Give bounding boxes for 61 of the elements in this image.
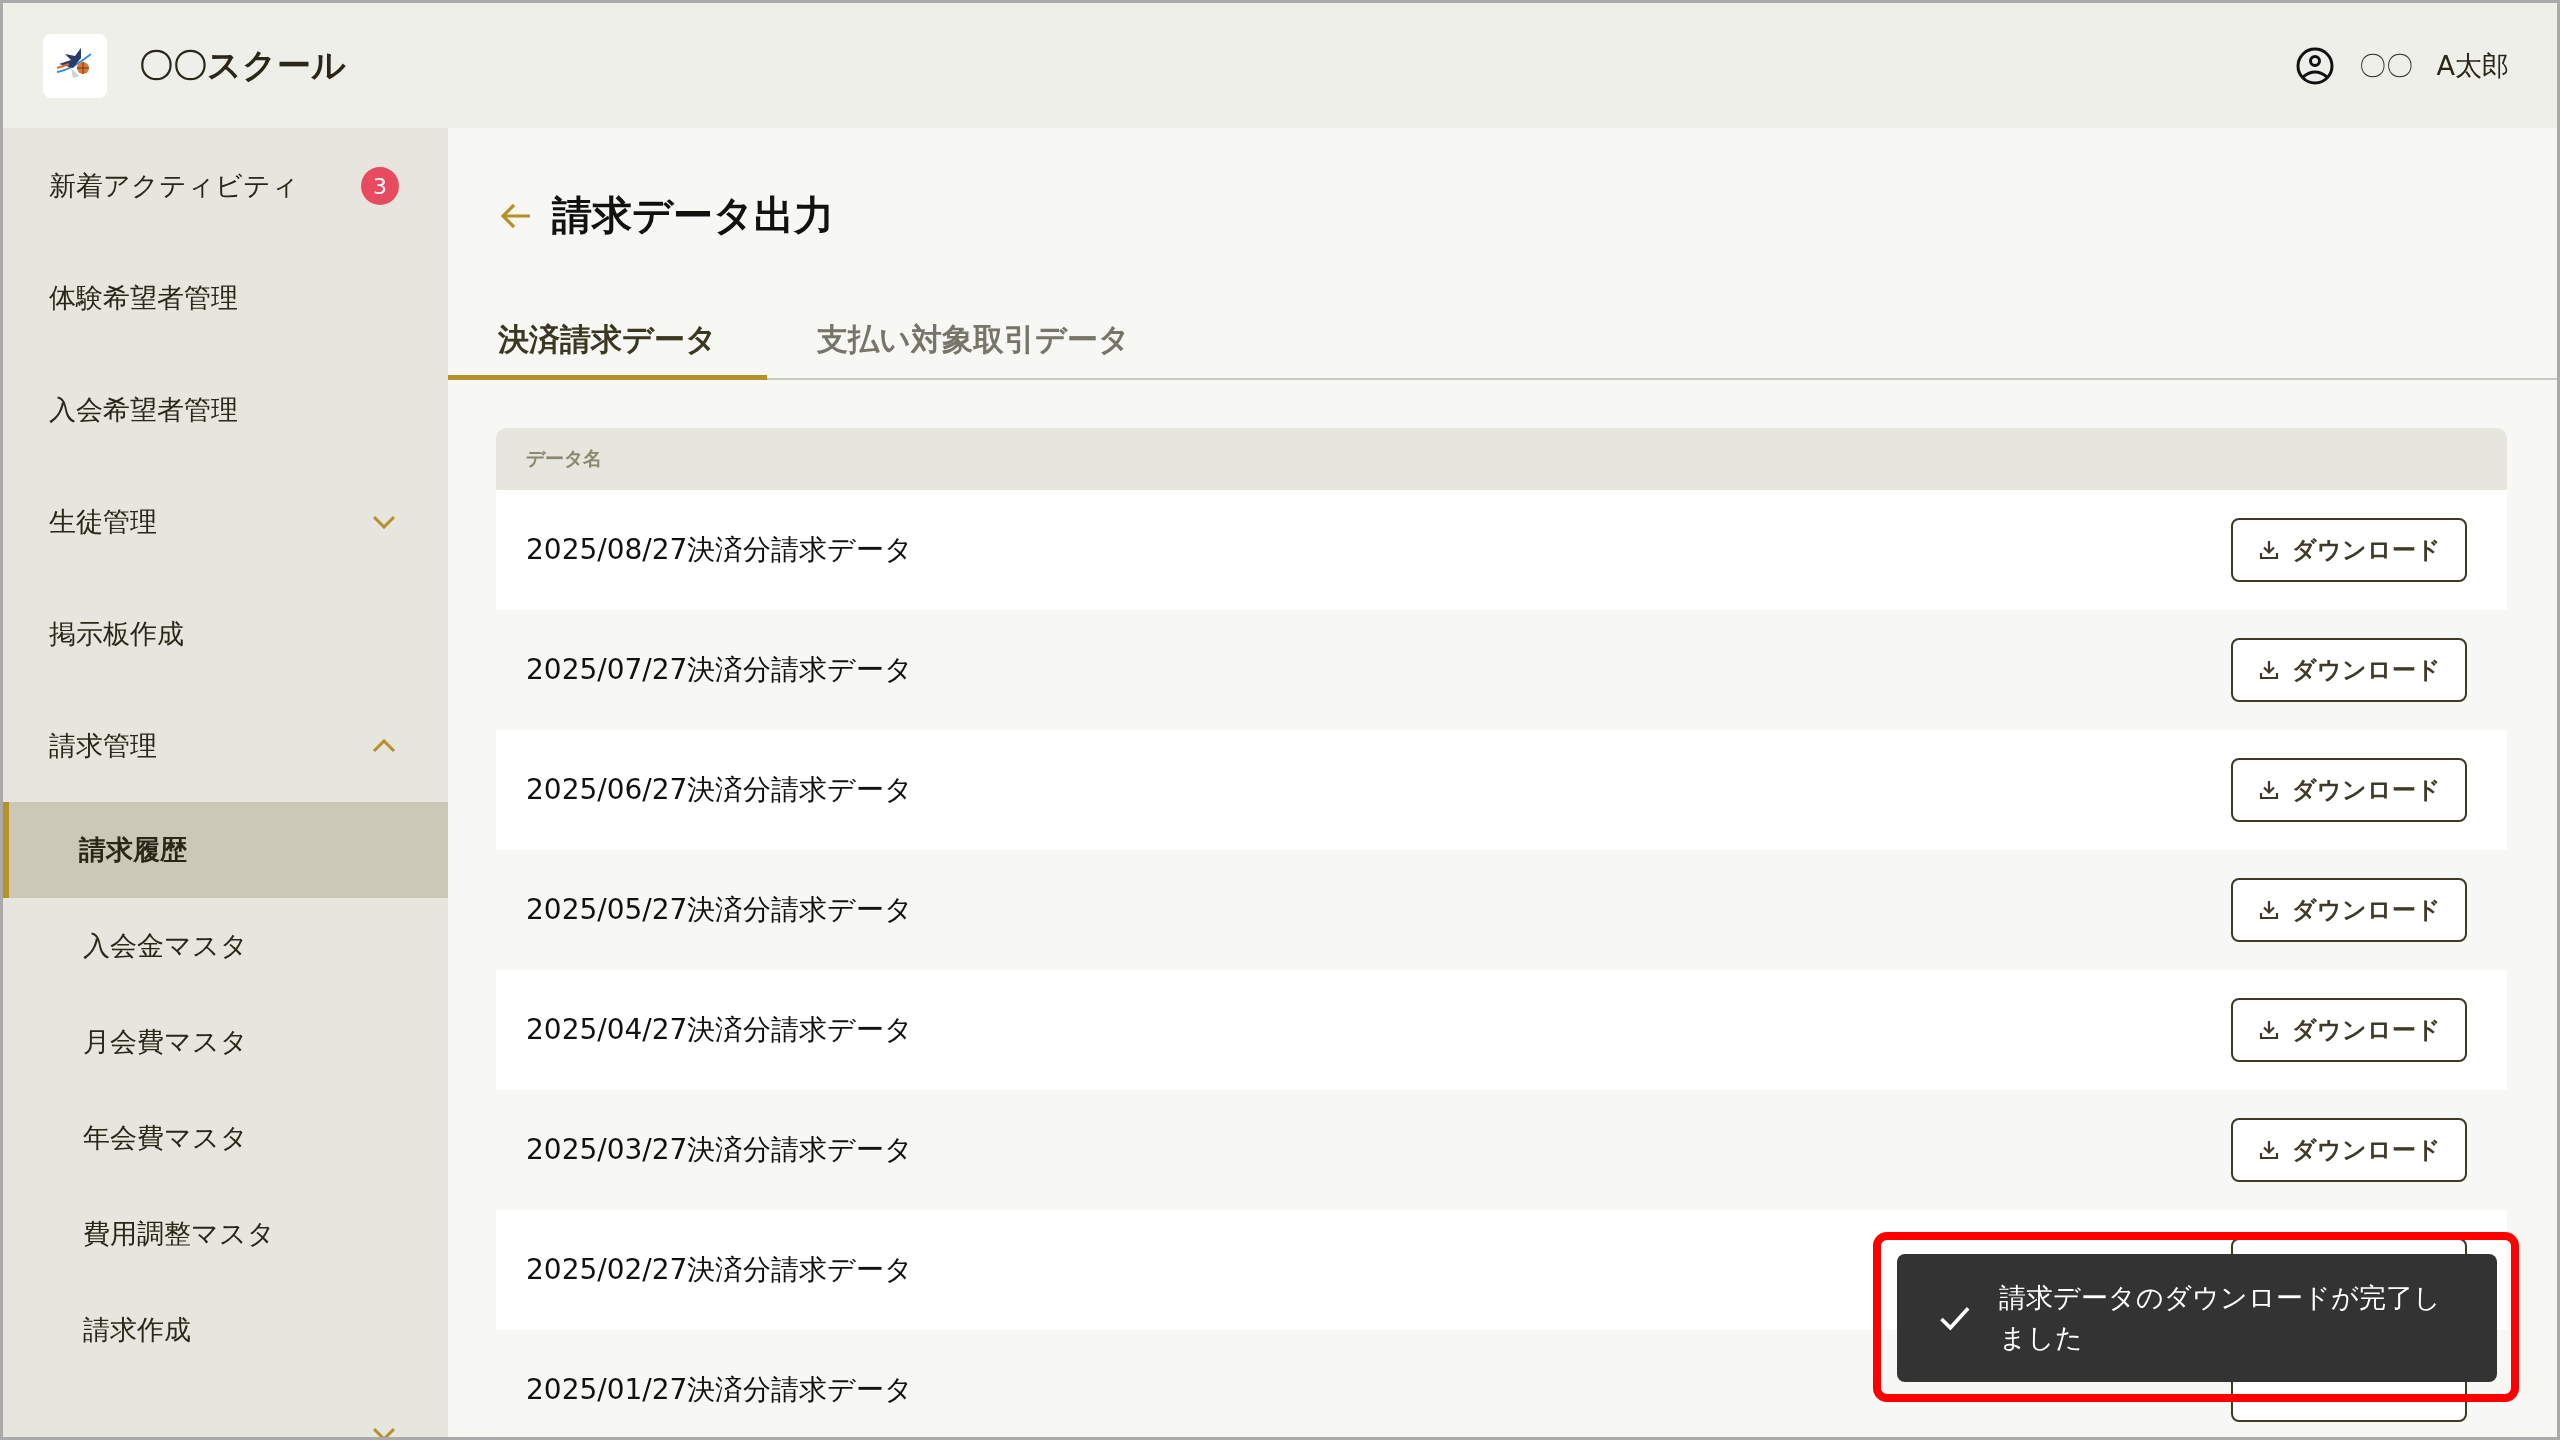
- sidebar-item-label: 請求管理: [49, 729, 158, 763]
- sidebar-item[interactable]: 体験希望者管理: [3, 242, 448, 354]
- table-cell-text: 2025/01/27決済分請求データ: [526, 1372, 914, 1408]
- sidebar-item[interactable]: 請求管理: [3, 690, 448, 802]
- download-button[interactable]: ダウンロード: [2231, 1118, 2467, 1182]
- table-cell-text: 2025/08/27決済分請求データ: [526, 532, 914, 568]
- table-cell-text: 2025/03/27決済分請求データ: [526, 1132, 914, 1168]
- back-arrow-icon: [500, 201, 532, 230]
- download-icon: [2257, 779, 2280, 801]
- table-cell-text: 2025/06/27決済分請求データ: [526, 772, 914, 808]
- sidebar-item-label: 請求履歴: [79, 833, 188, 867]
- tab[interactable]: 決済請求データ: [448, 319, 767, 380]
- back-button[interactable]: [500, 201, 532, 230]
- sidebar-item-label: 年会費マスタ: [83, 1121, 249, 1155]
- user-name: A太郎: [2436, 48, 2509, 83]
- download-icon: [2257, 1139, 2280, 1161]
- user-menu[interactable]: 〇〇 A太郎: [2294, 45, 2517, 86]
- sidebar-item-label: 生徒管理: [49, 505, 158, 539]
- notification-badge: 3: [361, 167, 399, 205]
- download-icon: [2257, 659, 2280, 681]
- download-button[interactable]: ダウンロード: [2231, 998, 2467, 1062]
- sidebar-item-label: 入会金マスタ: [83, 929, 249, 963]
- download-button[interactable]: ダウンロード: [2231, 878, 2467, 942]
- download-icon: [2257, 539, 2280, 561]
- sidebar-subitem[interactable]: 入会金マスタ: [3, 898, 448, 994]
- chevron-up-icon: [372, 739, 396, 753]
- download-button[interactable]: ダウンロード: [2231, 518, 2467, 582]
- sidebar-subitem[interactable]: 年会費マスタ: [3, 1090, 448, 1186]
- school-name: 〇〇スクール: [139, 43, 346, 87]
- page-title: 請求データ出力: [552, 191, 834, 240]
- download-icon: [2257, 1019, 2280, 1041]
- sidebar-item-label: 請求作成: [83, 1313, 192, 1347]
- sidebar-item-label: 掲示板作成: [49, 617, 185, 651]
- sidebar-item-label: 月会費マスタ: [83, 1025, 249, 1059]
- download-button[interactable]: ダウンロード: [2231, 638, 2467, 702]
- sidebar-item-label: 新着アクティビティ: [49, 169, 300, 203]
- sidebar-subitem[interactable]: 請求作成: [3, 1282, 448, 1378]
- table-cell-text: 2025/07/27決済分請求データ: [526, 652, 914, 688]
- sidebar-item[interactable]: 生徒管理: [3, 466, 448, 578]
- user-name: 〇〇: [2358, 48, 2413, 83]
- sidebar-item-label: 体験希望者管理: [49, 281, 239, 315]
- toast-message: 請求データのダウンロードが完了しました: [1998, 1280, 2442, 1355]
- logo-icon: [43, 33, 107, 98]
- sidebar-item[interactable]: 新着アクティビティ 3: [3, 130, 448, 242]
- column-header: データ名: [526, 446, 602, 471]
- sidebar-subitem[interactable]: 請求履歴: [3, 802, 448, 898]
- sidebar-subitem[interactable]: 月会費マスタ: [3, 994, 448, 1090]
- sidebar-subitem[interactable]: 費用調整マスタ: [3, 1186, 448, 1282]
- sidebar-item-label: 費用調整マスタ: [83, 1217, 276, 1251]
- sidebar-item[interactable]: 入会希望者管理: [3, 354, 448, 466]
- tab[interactable]: 支払い対象取引データ: [767, 319, 1180, 380]
- download-button[interactable]: ダウンロード: [2231, 758, 2467, 822]
- account-icon: [2294, 45, 2335, 86]
- sidebar-item[interactable]: 掲示板作成: [3, 578, 448, 690]
- table-cell-text: 2025/05/27決済分請求データ: [526, 892, 914, 928]
- chevron-down-icon: [372, 1427, 396, 1437]
- chevron-down-icon: [372, 515, 396, 529]
- table-cell-text: 2025/04/27決済分請求データ: [526, 1012, 914, 1048]
- download-icon: [2257, 899, 2280, 921]
- sidebar-item-label: 入会希望者管理: [49, 393, 239, 427]
- table-cell-text: 2025/02/27決済分請求データ: [526, 1252, 914, 1288]
